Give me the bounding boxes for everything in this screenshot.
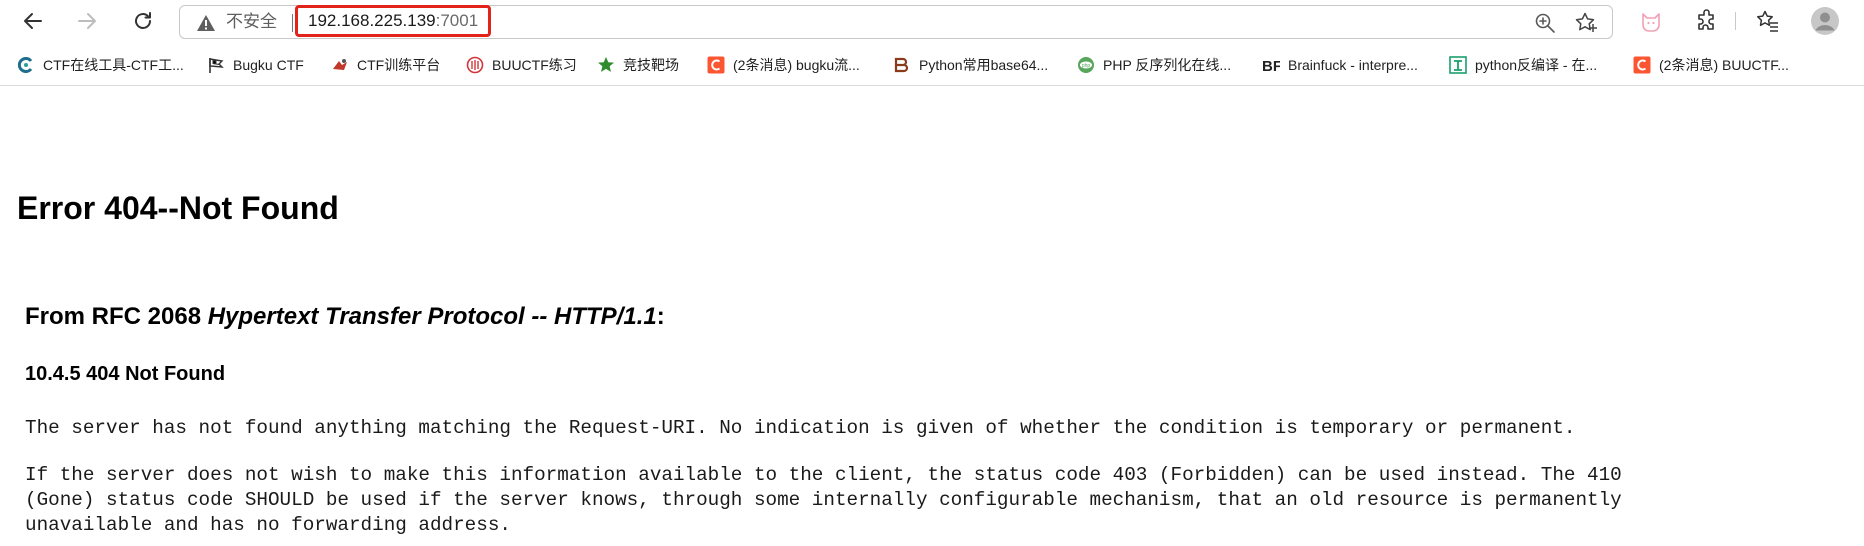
section-heading: 10.4.5 404 Not Found (25, 363, 226, 385)
warning-icon[interactable] (196, 14, 216, 32)
address-bar[interactable]: 不安全 192.168.225.139:7001 (179, 5, 1613, 39)
security-label[interactable]: 不安全 (226, 12, 277, 32)
toolbar-divider (1735, 12, 1736, 30)
page-title: Error 404--Not Found (17, 190, 339, 226)
bookmark-csdn-buuctf[interactable]: (2条消息) BUUCTF... (1633, 54, 1789, 76)
add-favorite-icon[interactable] (1574, 11, 1598, 35)
b-logo-icon (893, 56, 911, 74)
rfc-heading: From RFC 2068 Hypertext Transfer Protoco… (25, 302, 665, 332)
paragraph-not-found: The server has not found anything matchi… (25, 417, 1576, 439)
zoom-icon[interactable] (1534, 12, 1556, 34)
flag-icon (207, 56, 225, 74)
ctf-platform-icon (331, 56, 349, 74)
bookmark-buuctf[interactable]: BUUCTF练习 (466, 54, 577, 76)
star-icon (597, 56, 615, 74)
svg-text:php: php (1082, 63, 1091, 69)
bookmark-label: BUUCTF练习 (492, 57, 577, 73)
bookmark-label: python反编译 - 在... (1475, 57, 1598, 73)
bookmark-python-base64[interactable]: Python常用base64... (893, 54, 1048, 76)
rfc-suffix: : (656, 303, 665, 330)
bookmark-label: CTF训练平台 (357, 57, 441, 73)
rfc-title: Hypertext Transfer Protocol -- HTTP/1.1 (207, 303, 657, 330)
arrow-right-icon (78, 13, 96, 29)
url-host: 192.168.225.139 (308, 11, 436, 30)
cat-extension-icon[interactable] (1638, 8, 1664, 34)
bookmark-label: Bugku CTF (233, 57, 304, 73)
php-icon: php (1077, 56, 1095, 74)
reload-button[interactable] (127, 5, 159, 37)
profile-avatar-icon[interactable] (1810, 6, 1840, 36)
bookmark-python-decompile[interactable]: python反编译 - 在... (1449, 54, 1597, 76)
forward-button[interactable] (71, 5, 103, 37)
ctf-tools-icon (17, 56, 35, 74)
url-text[interactable]: 192.168.225.139:7001 (295, 5, 492, 37)
bookmark-ctf-platform[interactable]: CTF训练平台 (331, 54, 440, 76)
bookmark-label: Brainfuck - interpre... (1288, 57, 1418, 73)
url-port: :7001 (435, 11, 479, 30)
arrow-left-icon (24, 13, 42, 29)
csdn-icon (707, 56, 725, 74)
paragraph-alternatives: If the server does not wish to make this… (25, 464, 1622, 536)
bookmark-label: Python常用base64... (919, 57, 1049, 73)
extensions-icon[interactable] (1694, 8, 1720, 34)
svg-text:BF: BF (1262, 58, 1280, 74)
rfc-prefix: From RFC 2068 (25, 303, 208, 330)
bookmark-label: CTF在线工具-CTF工... (43, 57, 184, 73)
decompile-icon (1449, 56, 1467, 74)
bookmark-bugku-ctf[interactable]: Bugku CTF (207, 54, 304, 76)
bookmark-label: (2条消息) BUUCTF... (1659, 57, 1789, 73)
bf-icon: BF (1262, 56, 1280, 74)
bookmark-csdn-bugku[interactable]: (2条消息) bugku流... (707, 54, 860, 76)
csdn-icon (1633, 56, 1651, 74)
favorites-icon[interactable] (1755, 8, 1781, 34)
bookmark-ctf-tools[interactable]: CTF在线工具-CTF工... (17, 54, 184, 76)
bookmark-label: PHP 反序列化在线... (1103, 57, 1232, 73)
bookmark-arena[interactable]: 竞技靶场 (597, 54, 679, 76)
reload-icon (135, 12, 151, 29)
bookmark-brainfuck[interactable]: BF Brainfuck - interpre... (1262, 54, 1418, 76)
browser-toolbar: 不安全 192.168.225.139:7001 (0, 0, 1864, 42)
bookmark-php-unserialize[interactable]: php PHP 反序列化在线... (1077, 54, 1231, 76)
address-divider (292, 14, 293, 32)
bookmark-label: (2条消息) bugku流... (733, 57, 860, 73)
buuctf-icon (466, 56, 484, 74)
back-button[interactable] (17, 5, 49, 37)
bookmarks-bar: CTF在线工具-CTF工... Bugku CTF CTF训练平台 BUUCTF… (0, 42, 1864, 86)
bookmark-label: 竞技靶场 (623, 57, 679, 73)
